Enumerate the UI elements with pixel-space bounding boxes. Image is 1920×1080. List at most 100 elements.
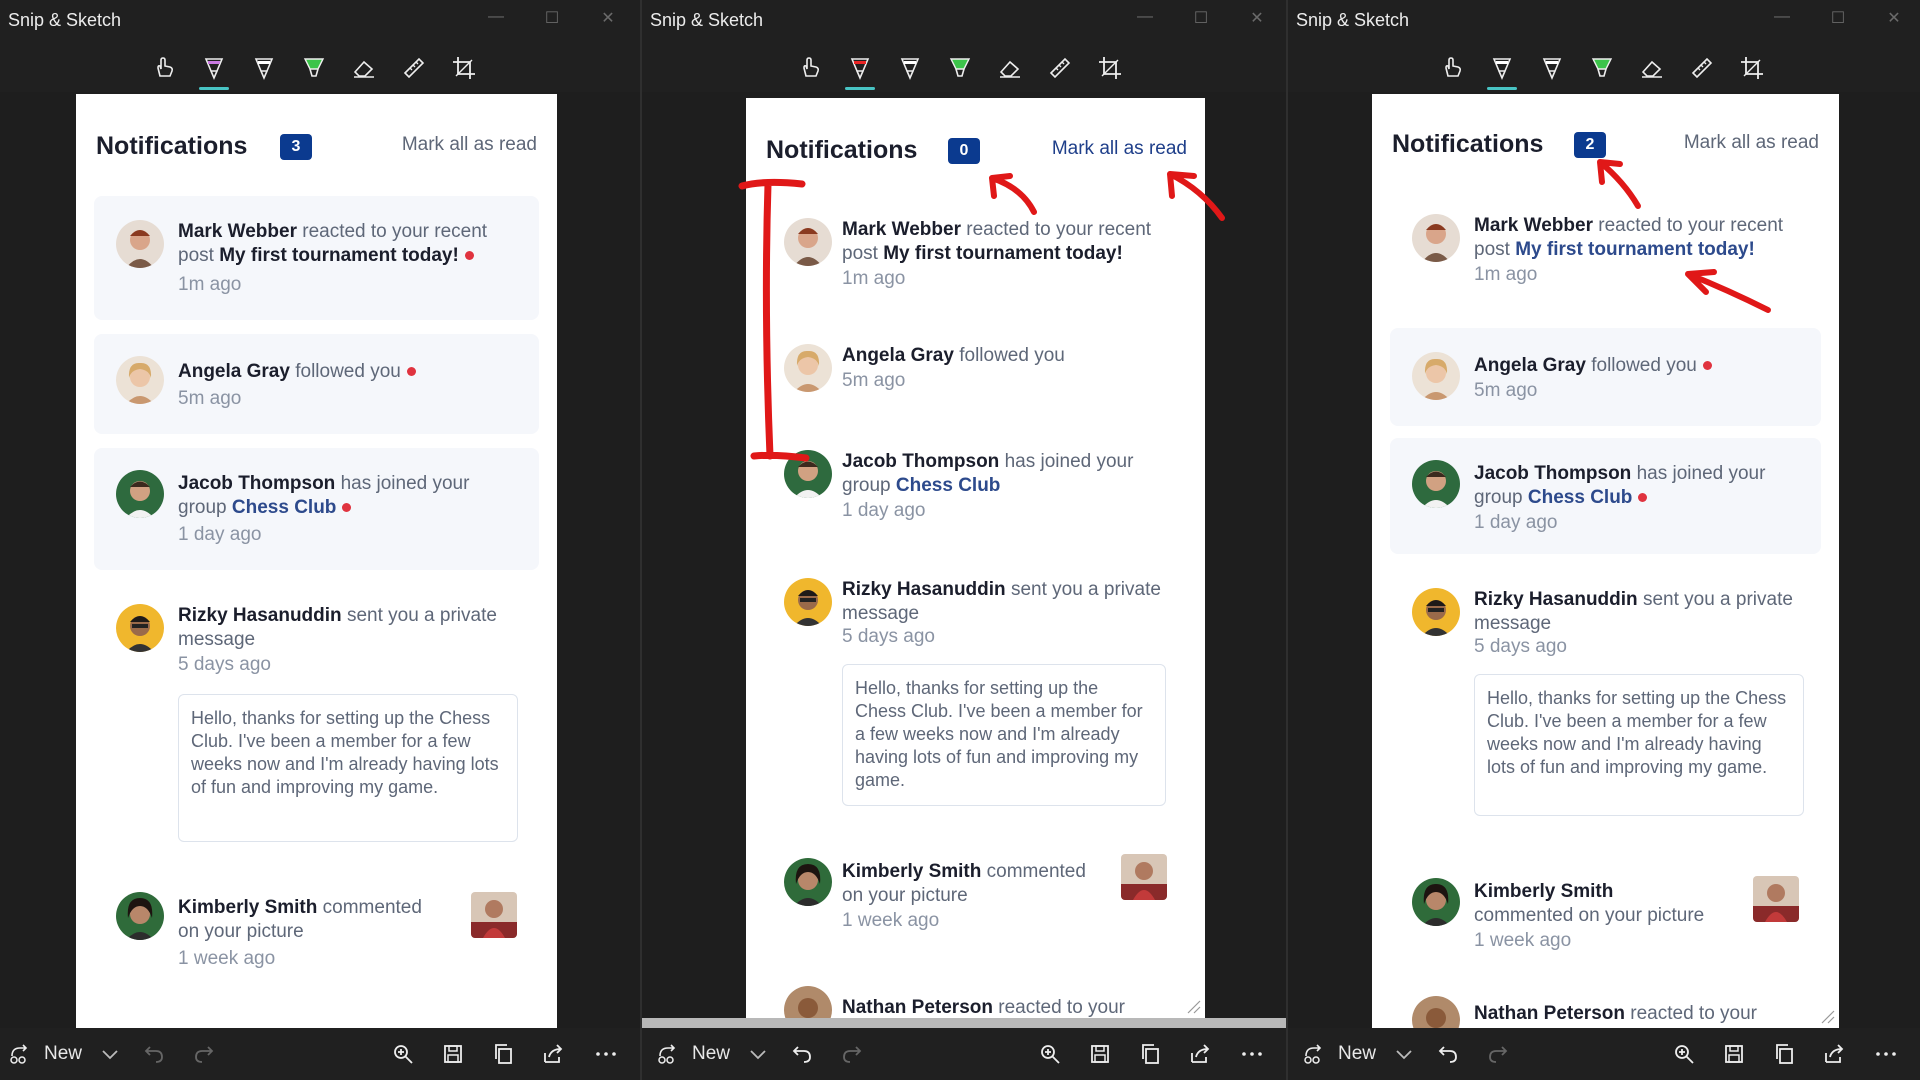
actor-name[interactable]: Mark Webber xyxy=(842,219,961,240)
ballpoint-pen-icon[interactable] xyxy=(842,50,878,90)
redo-icon[interactable] xyxy=(840,1040,864,1068)
notification-mark-webber[interactable]: Mark Webber reacted to your recent post … xyxy=(764,204,1187,312)
close-icon[interactable]: ✕ xyxy=(1884,8,1904,28)
actor-name[interactable]: Angela Gray xyxy=(1474,355,1586,376)
maximize-icon[interactable]: ☐ xyxy=(1191,8,1211,28)
title-bar[interactable]: Snip & Sketch — ☐ ✕ xyxy=(0,0,640,44)
actor-name[interactable]: Angela Gray xyxy=(842,345,954,366)
highlighter-icon[interactable] xyxy=(1584,50,1620,86)
actor-name[interactable]: Nathan Peterson xyxy=(1474,1003,1625,1024)
ballpoint-pen-icon[interactable] xyxy=(1484,50,1520,90)
commented-picture-thumbnail[interactable] xyxy=(1753,876,1799,922)
zoom-icon[interactable] xyxy=(391,1040,415,1068)
pencil-icon[interactable] xyxy=(892,50,928,86)
eraser-icon[interactable] xyxy=(346,50,382,86)
mark-all-read-link[interactable]: Mark all as read xyxy=(402,134,537,156)
eraser-icon[interactable] xyxy=(992,50,1028,86)
actor-name[interactable]: Mark Webber xyxy=(1474,215,1593,236)
highlighter-icon[interactable] xyxy=(942,50,978,86)
actor-name[interactable]: Nathan Peterson xyxy=(842,997,993,1018)
more-icon[interactable] xyxy=(1240,1040,1264,1068)
actor-name[interactable]: Rizky Hasanuddin xyxy=(178,605,342,626)
new-snip-button[interactable]: New xyxy=(1302,1040,1376,1068)
post-link[interactable]: My first tournament today! xyxy=(883,243,1123,264)
chevron-down-icon[interactable] xyxy=(1392,1040,1416,1068)
share-icon[interactable] xyxy=(541,1040,565,1068)
snip-canvas[interactable]: Notifications 2 Mark all as read Mark We… xyxy=(1288,92,1920,1028)
resize-grip-icon[interactable] xyxy=(1183,996,1201,1014)
chevron-down-icon[interactable] xyxy=(746,1040,770,1068)
actor-name[interactable]: Rizky Hasanuddin xyxy=(842,579,1006,600)
chevron-down-icon[interactable] xyxy=(98,1040,122,1068)
actor-name[interactable]: Kimberly Smith xyxy=(842,861,981,882)
notification-mark-webber[interactable]: Mark Webber reacted to your recent post … xyxy=(1390,198,1821,308)
mark-all-read-link[interactable]: Mark all as read xyxy=(1052,138,1187,160)
actor-name[interactable]: Kimberly Smith xyxy=(178,897,317,918)
more-icon[interactable] xyxy=(594,1040,618,1068)
eraser-icon[interactable] xyxy=(1634,50,1670,86)
close-icon[interactable]: ✕ xyxy=(1247,8,1267,28)
actor-name[interactable]: Jacob Thompson xyxy=(178,473,335,494)
notification-angela-gray[interactable]: Angela Gray followed you 5m ago xyxy=(764,330,1187,420)
new-snip-button[interactable]: New xyxy=(656,1040,730,1068)
commented-picture-thumbnail[interactable] xyxy=(471,892,517,938)
notification-jacob-thompson[interactable]: Jacob Thompson has joined your group Che… xyxy=(1390,438,1821,554)
notification-jacob-thompson[interactable]: Jacob Thompson has joined your group Che… xyxy=(764,436,1187,546)
pencil-icon[interactable] xyxy=(1534,50,1570,86)
copy-icon[interactable] xyxy=(1772,1040,1796,1068)
touch-writing-icon[interactable] xyxy=(1434,50,1470,86)
notification-rizky-hasanuddin[interactable]: Rizky Hasanuddin sent you a private mess… xyxy=(94,584,539,844)
share-icon[interactable] xyxy=(1188,1040,1212,1068)
notification-rizky-hasanuddin[interactable]: Rizky Hasanuddin sent you a private mess… xyxy=(1390,570,1821,820)
save-icon[interactable] xyxy=(441,1040,465,1068)
private-message-preview[interactable]: Hello, thanks for setting up the Chess C… xyxy=(842,664,1166,806)
private-message-preview[interactable]: Hello, thanks for setting up the Chess C… xyxy=(178,694,518,842)
minimize-icon[interactable]: — xyxy=(1772,8,1792,26)
close-icon[interactable]: ✕ xyxy=(598,8,618,28)
maximize-icon[interactable]: ☐ xyxy=(542,8,562,28)
group-link[interactable]: Chess Club xyxy=(232,497,337,518)
notification-kimberly-smith[interactable]: Kimberly Smith commented on your picture… xyxy=(94,872,539,992)
notification-kimberly-smith[interactable]: Kimberly Smith commented on your picture… xyxy=(764,844,1187,944)
crop-icon[interactable] xyxy=(1092,50,1128,86)
pencil-icon[interactable] xyxy=(246,50,282,86)
horizontal-scrollbar[interactable] xyxy=(642,1018,1286,1028)
ruler-icon[interactable] xyxy=(1684,50,1720,86)
actor-name[interactable]: Rizky Hasanuddin xyxy=(1474,589,1638,610)
notification-jacob-thompson[interactable]: Jacob Thompson has joined your group Che… xyxy=(94,448,539,570)
redo-icon[interactable] xyxy=(192,1040,216,1068)
resize-grip-icon[interactable] xyxy=(1817,1006,1835,1024)
redo-icon[interactable] xyxy=(1486,1040,1510,1068)
touch-writing-icon[interactable] xyxy=(146,50,182,86)
ruler-icon[interactable] xyxy=(396,50,432,86)
new-snip-button[interactable]: New xyxy=(8,1040,82,1068)
actor-name[interactable]: Kimberly Smith xyxy=(1474,881,1613,902)
undo-icon[interactable] xyxy=(1436,1040,1460,1068)
snip-canvas[interactable]: Notifications 0 Mark all as read Mark We… xyxy=(642,92,1286,1028)
notification-kimberly-smith[interactable]: Kimberly Smith commented on your picture… xyxy=(1390,860,1821,970)
minimize-icon[interactable]: — xyxy=(486,8,506,26)
crop-icon[interactable] xyxy=(446,50,482,86)
mark-all-read-link[interactable]: Mark all as read xyxy=(1684,132,1819,154)
actor-name[interactable]: Mark Webber xyxy=(178,221,297,242)
zoom-icon[interactable] xyxy=(1038,1040,1062,1068)
notification-rizky-hasanuddin[interactable]: Rizky Hasanuddin sent you a private mess… xyxy=(764,564,1187,806)
actor-name[interactable]: Jacob Thompson xyxy=(842,451,999,472)
notification-mark-webber[interactable]: Mark Webber reacted to your recent post … xyxy=(94,196,539,320)
save-icon[interactable] xyxy=(1722,1040,1746,1068)
more-icon[interactable] xyxy=(1874,1040,1898,1068)
post-link[interactable]: My first tournament today! xyxy=(1515,239,1755,260)
notification-nathan-peterson[interactable]: Nathan Peterson reacted to your xyxy=(764,976,1187,1018)
zoom-icon[interactable] xyxy=(1672,1040,1696,1068)
actor-name[interactable]: Angela Gray xyxy=(178,361,290,382)
group-link[interactable]: Chess Club xyxy=(896,475,1001,496)
ruler-icon[interactable] xyxy=(1042,50,1078,86)
notification-angela-gray[interactable]: Angela Gray followed you 5m ago xyxy=(94,334,539,434)
share-icon[interactable] xyxy=(1822,1040,1846,1068)
minimize-icon[interactable]: — xyxy=(1135,8,1155,26)
post-link[interactable]: My first tournament today! xyxy=(219,245,459,266)
notification-angela-gray[interactable]: Angela Gray followed you 5m ago xyxy=(1390,328,1821,426)
undo-icon[interactable] xyxy=(142,1040,166,1068)
title-bar[interactable]: Snip & Sketch — ☐ ✕ xyxy=(1288,0,1920,44)
undo-icon[interactable] xyxy=(790,1040,814,1068)
